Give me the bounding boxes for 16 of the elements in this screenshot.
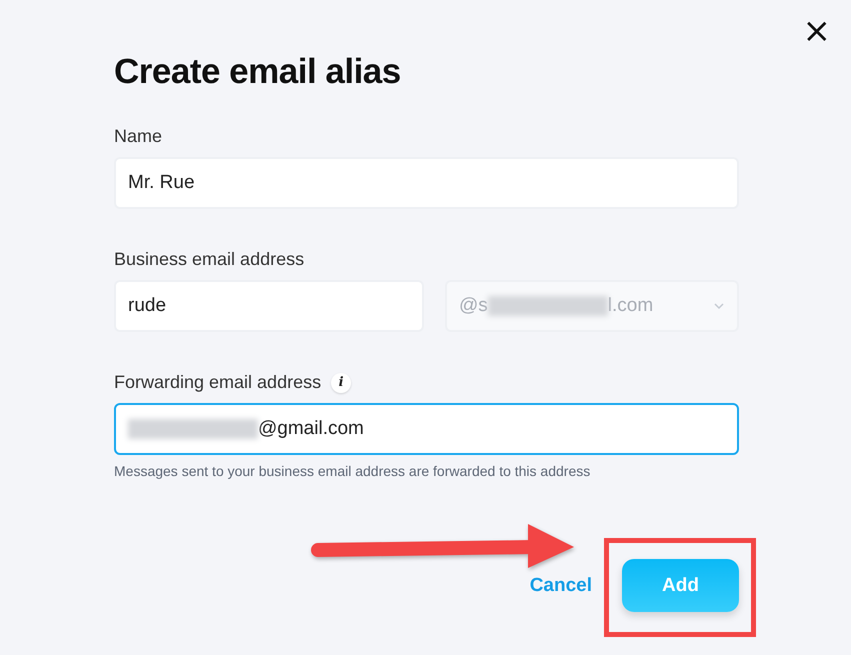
field-label: Name (114, 126, 162, 147)
field-text: l.com (608, 295, 654, 317)
field-text: rude (128, 295, 166, 317)
info-icon[interactable]: i (331, 372, 352, 392)
dialog-title: Create email alias (114, 52, 402, 92)
input-field[interactable]: Mr. Rue (114, 157, 739, 209)
input-field[interactable]: @gmail.com (114, 403, 739, 455)
field-label: Forwarding email address (114, 372, 322, 393)
chevron-down-icon (713, 302, 725, 310)
input-field[interactable]: rude (114, 280, 424, 332)
field-label: Business email address (114, 249, 304, 270)
field-text: @gmail.com (258, 418, 364, 440)
field-text: @s (459, 295, 488, 317)
hint-text: Messages sent to your business email address are forwarded to this address (114, 463, 592, 479)
close-button[interactable]: × (798, 14, 835, 48)
field-text: Mr. Rue (128, 172, 195, 194)
